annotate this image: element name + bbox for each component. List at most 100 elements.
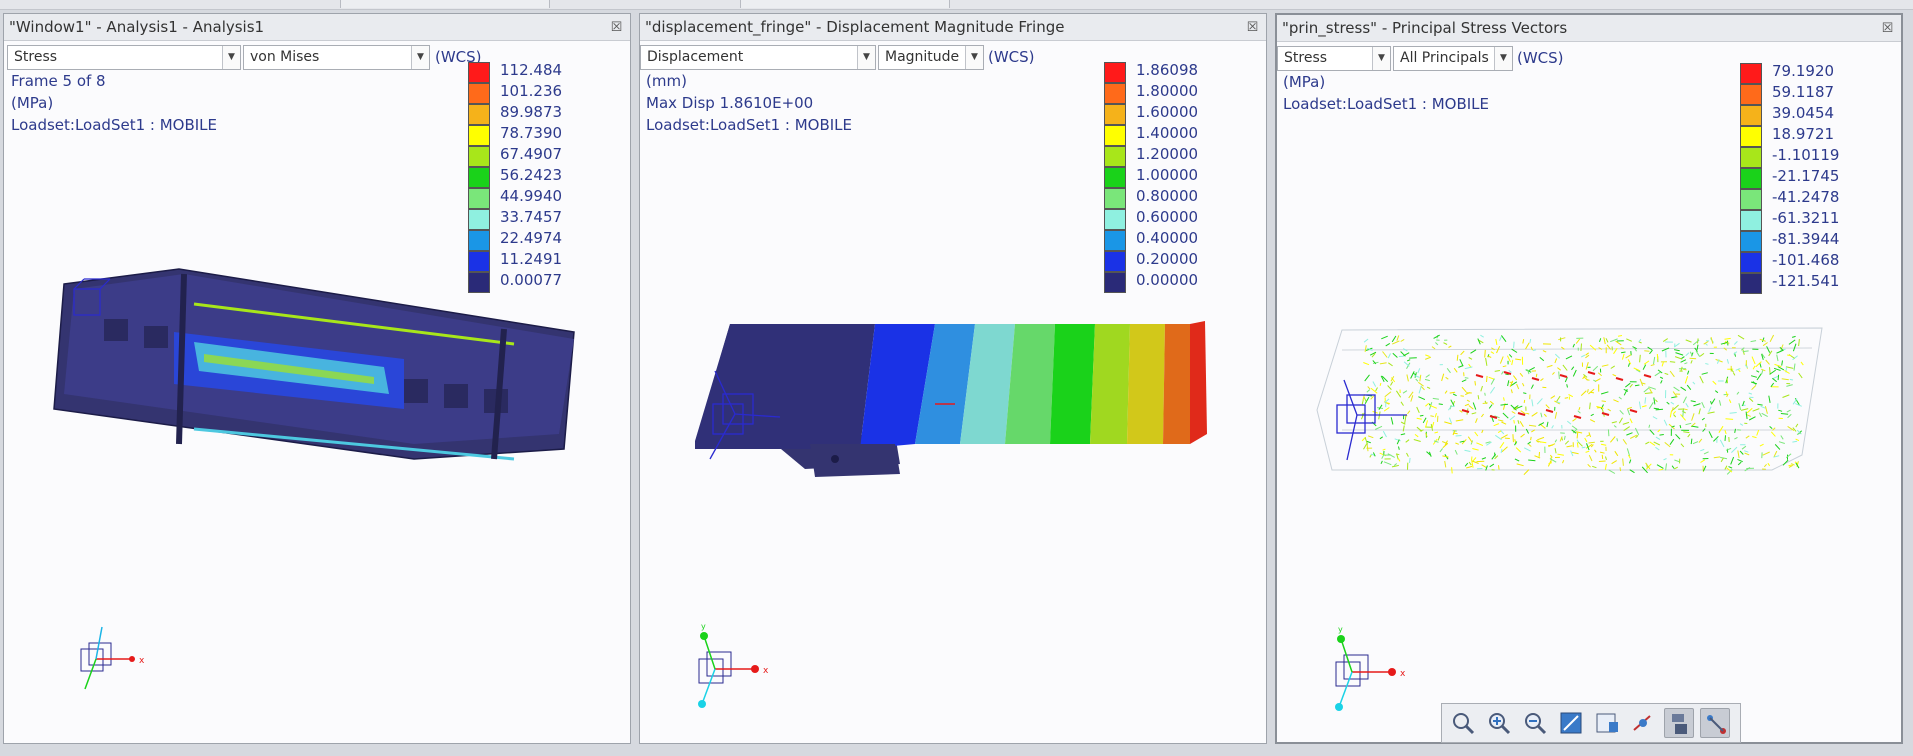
stress-vector — [1735, 368, 1741, 371]
stress-vector — [1748, 397, 1754, 402]
window-principal-stress[interactable]: "prin_stress" - Principal Stress Vectors… — [1275, 13, 1903, 744]
stress-vector — [1431, 346, 1436, 350]
stress-vector — [1670, 401, 1675, 405]
stress-vector — [1385, 342, 1391, 347]
stress-vector — [1577, 410, 1581, 414]
close-icon[interactable]: ☒ — [1245, 20, 1260, 35]
stress-vector — [1790, 463, 1795, 466]
stress-vector — [1655, 436, 1661, 441]
stress-vector — [1777, 374, 1780, 381]
window-von-mises[interactable]: "Window1" - Analysis1 - Analysis1 ☒ Stre… — [3, 13, 631, 744]
legend-value: -21.1745 — [1772, 167, 1840, 185]
chevron-down-icon[interactable]: ▼ — [965, 46, 983, 69]
stress-vector — [1464, 403, 1470, 407]
quantity-dropdown[interactable]: Displacement ▼ — [640, 45, 876, 70]
spin-center-button[interactable] — [1628, 708, 1658, 738]
stress-vector — [1681, 410, 1686, 414]
stress-vector-peak — [1531, 377, 1540, 381]
repaint-button[interactable] — [1556, 708, 1586, 738]
stress-vector — [1714, 390, 1719, 394]
stress-vector — [1713, 435, 1719, 442]
doc-tab[interactable] — [340, 0, 550, 8]
legend-value: 44.9940 — [500, 187, 563, 205]
stress-vector — [1653, 356, 1656, 365]
stress-vector — [1372, 381, 1377, 387]
stress-vector — [1540, 412, 1543, 418]
legend-swatch — [1104, 209, 1126, 230]
stress-vector — [1368, 435, 1374, 439]
stress-vector — [1419, 374, 1422, 382]
legend-value: 18.9721 — [1772, 125, 1835, 143]
quantity-dropdown[interactable]: Stress ▼ — [7, 45, 241, 70]
quantity-dropdown[interactable]: Stress ▼ — [1277, 46, 1391, 71]
chevron-down-icon[interactable]: ▼ — [222, 46, 240, 69]
close-icon[interactable]: ☒ — [609, 20, 624, 35]
chevron-down-icon[interactable]: ▼ — [1494, 47, 1512, 70]
stress-vector-peak — [1475, 374, 1484, 378]
stress-vector — [1400, 351, 1406, 357]
stress-vector — [1772, 377, 1778, 383]
repaint-icon — [1560, 712, 1582, 734]
model-view-displacement[interactable] — [685, 309, 1265, 489]
component-dropdown[interactable]: von Mises ▼ — [243, 45, 430, 70]
stress-vector — [1449, 391, 1456, 394]
stress-vector — [1745, 435, 1750, 439]
stress-vector — [1554, 358, 1558, 364]
stress-vector — [1700, 459, 1706, 463]
stress-vector — [1615, 340, 1622, 346]
stress-vector — [1455, 419, 1464, 422]
refit-button[interactable] — [1448, 708, 1478, 738]
stress-vector — [1627, 406, 1632, 410]
chevron-down-icon[interactable]: ▼ — [857, 46, 875, 69]
stress-vector — [1798, 339, 1800, 347]
stress-vector — [1585, 352, 1590, 356]
stress-vector — [1661, 362, 1664, 367]
stress-vector — [1710, 401, 1713, 405]
stress-vector — [1470, 349, 1477, 354]
stress-vector — [1599, 338, 1602, 343]
close-icon[interactable]: ☒ — [1880, 21, 1895, 36]
stress-vector — [1748, 416, 1756, 421]
stress-vector — [1364, 345, 1367, 352]
stress-vector — [1663, 458, 1667, 461]
stress-vector — [1407, 410, 1411, 415]
component-dropdown[interactable]: Magnitude ▼ — [878, 45, 984, 70]
saved-views-button[interactable] — [1592, 708, 1622, 738]
result-info: (MPa) Loadset:LoadSet1 : MOBILE — [1283, 71, 1489, 115]
stress-vector — [1422, 417, 1427, 424]
model-view-stress[interactable] — [44, 244, 604, 484]
datum-display-button[interactable] — [1700, 708, 1730, 738]
legend-value: 1.40000 — [1136, 124, 1199, 142]
stress-vector — [1669, 410, 1673, 418]
chevron-down-icon[interactable]: ▼ — [411, 46, 429, 69]
stress-vector — [1467, 436, 1473, 443]
stress-vector — [1641, 405, 1647, 408]
model-view-vectors[interactable] — [1302, 310, 1882, 510]
stress-vector — [1791, 335, 1796, 338]
stress-vector — [1669, 438, 1675, 445]
legend-value: 0.00000 — [1136, 271, 1199, 289]
doc-tab[interactable] — [740, 0, 950, 8]
stress-vector — [1528, 459, 1536, 462]
legend-swatch — [1740, 168, 1762, 189]
stress-vector — [1766, 346, 1771, 353]
fringe-band — [1163, 324, 1190, 444]
stress-vector — [1588, 441, 1595, 444]
stress-vector — [1737, 450, 1740, 458]
result-info: Frame 5 of 8 (MPa) Loadset:LoadSet1 : MO… — [11, 70, 217, 136]
component-dropdown[interactable]: All Principals ▼ — [1393, 46, 1513, 71]
stress-vector — [1426, 386, 1431, 389]
stress-vector — [1363, 338, 1369, 343]
zoom-out-button[interactable] — [1520, 708, 1550, 738]
legend-swatch — [468, 188, 490, 209]
stress-vector — [1619, 467, 1622, 472]
display-style-button[interactable] — [1664, 708, 1694, 738]
legend-swatch — [1740, 252, 1762, 273]
stress-vector — [1780, 413, 1789, 415]
stress-vector — [1366, 440, 1371, 444]
stress-vector — [1499, 336, 1502, 341]
chevron-down-icon[interactable]: ▼ — [1372, 47, 1390, 70]
stress-vector — [1629, 418, 1633, 424]
zoom-in-button[interactable] — [1484, 708, 1514, 738]
window-displacement[interactable]: "displacement_fringe" - Displacement Mag… — [639, 13, 1267, 744]
